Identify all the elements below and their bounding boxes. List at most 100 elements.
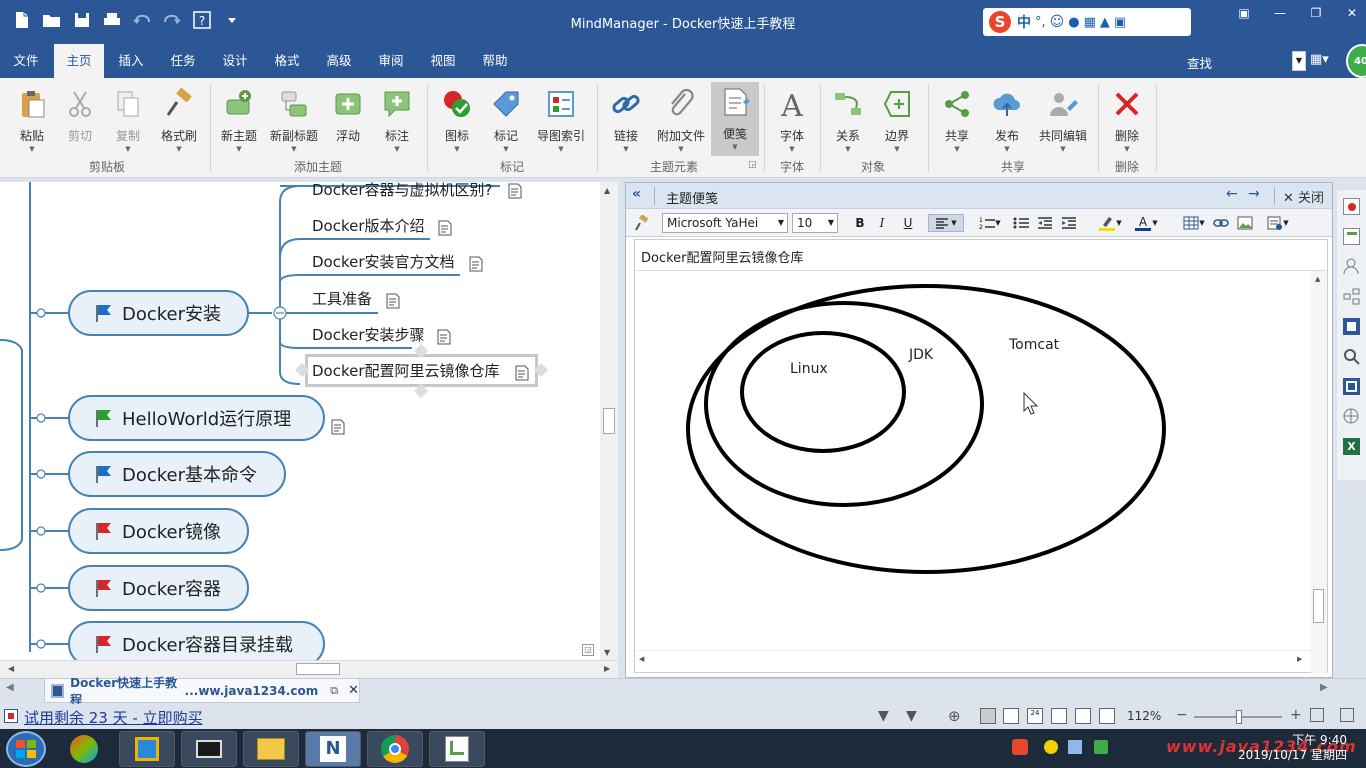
taskbar-explorer-icon[interactable]: [243, 731, 299, 767]
fit-map-icon[interactable]: [980, 708, 996, 724]
note-icon[interactable]: [436, 329, 452, 345]
close-icon[interactable]: ✕: [1334, 0, 1366, 26]
subtopic-vm-diff[interactable]: Docker容器与虚拟机区别?: [312, 182, 492, 201]
insert-object-icon[interactable]: ▼: [1262, 214, 1294, 232]
scroll-thumb[interactable]: [1313, 589, 1324, 623]
map-index-button[interactable]: 导图索引 ▼: [532, 84, 590, 156]
zoom-slider-thumb[interactable]: [1236, 710, 1242, 724]
copy-button[interactable]: 复制 ▼: [106, 84, 150, 156]
format-painter-icon[interactable]: [632, 214, 650, 232]
find-button[interactable]: 查找: [1187, 53, 1212, 72]
schedule-view-icon[interactable]: [1051, 708, 1067, 724]
maximize-icon[interactable]: ❐: [1298, 0, 1334, 26]
fit-window-icon[interactable]: [1310, 708, 1324, 722]
zoom-out-icon[interactable]: −: [1176, 707, 1188, 723]
note-icon[interactable]: [507, 183, 523, 199]
link-button[interactable]: 链接 ▼: [604, 84, 648, 156]
attach-file-button[interactable]: 附加文件 ▼: [652, 84, 710, 156]
notes-pane-icon[interactable]: [1343, 318, 1360, 335]
main-topic-docker-install[interactable]: Docker安装: [68, 290, 249, 336]
notes-button[interactable]: 便笺 ▼: [711, 82, 759, 156]
tab-home[interactable]: 主页: [54, 44, 104, 78]
taskbar-app-icon[interactable]: [429, 731, 485, 767]
library-pane-icon[interactable]: [1343, 198, 1360, 215]
layout-options-icon[interactable]: ▦▾: [1310, 52, 1329, 67]
close-notes-button[interactable]: ✕ 关闭: [1283, 187, 1324, 206]
note-icon[interactable]: [330, 419, 346, 435]
tray-sogou-icon[interactable]: [1012, 739, 1028, 755]
ime-mode[interactable]: 中: [1017, 12, 1031, 32]
numbered-list-icon[interactable]: 1 2 ▼: [976, 214, 1004, 232]
tab-task[interactable]: 任务: [158, 44, 208, 78]
ime-punct[interactable]: °,: [1035, 15, 1046, 30]
excel-link-icon[interactable]: X: [1343, 438, 1360, 455]
emoji-icon[interactable]: ☺: [1050, 14, 1065, 30]
font-color-icon[interactable]: A ▼: [1130, 214, 1162, 232]
tab-review[interactable]: 审阅: [366, 44, 416, 78]
italic-icon[interactable]: I: [873, 214, 891, 232]
scroll-left-icon[interactable]: ◀: [639, 655, 644, 663]
main-topic-basic-commands[interactable]: Docker基本命令: [68, 451, 286, 497]
taskbar-app-icon[interactable]: [56, 731, 112, 767]
boundary-button[interactable]: 边界 ▼: [874, 84, 920, 156]
notes-editor[interactable]: Docker配置阿里云镜像仓库 Linux JDK Tomcat ▲ ◀ ▶: [634, 239, 1328, 673]
tray-security-icon[interactable]: [1094, 740, 1108, 754]
attachments-view-icon[interactable]: [1075, 708, 1091, 724]
search-pane-icon[interactable]: [1343, 348, 1360, 365]
subtopic-install-steps[interactable]: Docker安装步骤: [312, 324, 425, 346]
format-painter-button[interactable]: 格式刷 ▼: [154, 84, 204, 156]
tab-scroll-right-icon[interactable]: ▶: [1320, 682, 1328, 693]
collapse-pane-icon[interactable]: «: [632, 186, 641, 202]
insert-link-icon[interactable]: [1212, 214, 1230, 232]
main-topic-docker-image[interactable]: Docker镜像: [68, 508, 249, 554]
tags-button[interactable]: 标记 ▼: [484, 84, 528, 156]
restore-ribbon-icon[interactable]: ▣: [1226, 0, 1262, 26]
layout-mode-icon[interactable]: [1340, 708, 1354, 722]
underline-icon[interactable]: U: [899, 214, 917, 232]
mic-icon[interactable]: ●: [1068, 15, 1079, 30]
new-subtopic-button[interactable]: 新副标题 ▼: [266, 84, 322, 156]
bullet-list-icon[interactable]: [1012, 214, 1030, 232]
main-topic-helloworld[interactable]: HelloWorld运行原理: [68, 395, 325, 441]
contacts-pane-icon[interactable]: [1343, 258, 1360, 275]
gantt-view-icon[interactable]: 24: [1027, 708, 1043, 724]
scroll-up-icon[interactable]: ▲: [1315, 275, 1320, 283]
subtopic-official-docs[interactable]: Docker安装官方文档: [312, 251, 455, 273]
scroll-left-icon[interactable]: ◀: [8, 664, 14, 673]
scroll-down-icon[interactable]: ▼: [604, 648, 610, 657]
share-button[interactable]: 共享 ▼: [934, 84, 980, 156]
filter-options-icon[interactable]: ▼: [906, 708, 917, 724]
subtopic-version-intro[interactable]: Docker版本介绍: [312, 215, 425, 237]
note-icon[interactable]: [468, 256, 484, 272]
taskbar-chrome-icon[interactable]: [367, 731, 423, 767]
map-vertical-scrollbar[interactable]: ▲ ▼: [600, 182, 618, 662]
note-icon[interactable]: [514, 365, 530, 381]
scroll-thumb[interactable]: [603, 408, 615, 434]
relationship-button[interactable]: 关系 ▼: [826, 84, 870, 156]
mind-map-canvas[interactable]: Docker安装 HelloWorld运行原理 Docker基本命令 Docke…: [0, 182, 618, 662]
subtopic-tools[interactable]: 工具准备: [312, 288, 372, 310]
indent-icon[interactable]: [1060, 214, 1078, 232]
calendar-pane-icon[interactable]: [1343, 228, 1360, 245]
tab-design[interactable]: 设计: [210, 44, 260, 78]
filter-icon[interactable]: ▼: [878, 708, 889, 724]
insert-image-icon[interactable]: [1236, 214, 1254, 232]
next-topic-icon[interactable]: →: [1248, 186, 1260, 202]
map-parts-pane-icon[interactable]: [1343, 288, 1360, 305]
note-icon[interactable]: [437, 220, 453, 236]
browser-pane-icon[interactable]: [1343, 408, 1360, 425]
floating-topic-button[interactable]: 浮动: [326, 84, 370, 156]
prev-topic-icon[interactable]: ←: [1226, 186, 1238, 202]
trial-purchase-link[interactable]: 试用剩余 23 天 - 立即购买: [24, 707, 203, 728]
callout-button[interactable]: 标注 ▼: [374, 84, 420, 156]
tab-advanced[interactable]: 高级: [314, 44, 364, 78]
scroll-thumb[interactable]: [296, 663, 340, 675]
keyboard-icon[interactable]: ▦: [1084, 15, 1096, 30]
tab-scroll-left-icon[interactable]: ◀: [6, 682, 14, 693]
outline-view-icon[interactable]: [1003, 708, 1019, 724]
minimize-icon[interactable]: —: [1262, 0, 1298, 26]
dialog-launcher-icon[interactable]: ◲: [748, 160, 757, 170]
system-clock[interactable]: 下午 9:40 2019/10/17 星期四: [1238, 733, 1347, 763]
cut-button[interactable]: 剪切: [58, 84, 102, 156]
start-button-icon[interactable]: [6, 731, 46, 767]
